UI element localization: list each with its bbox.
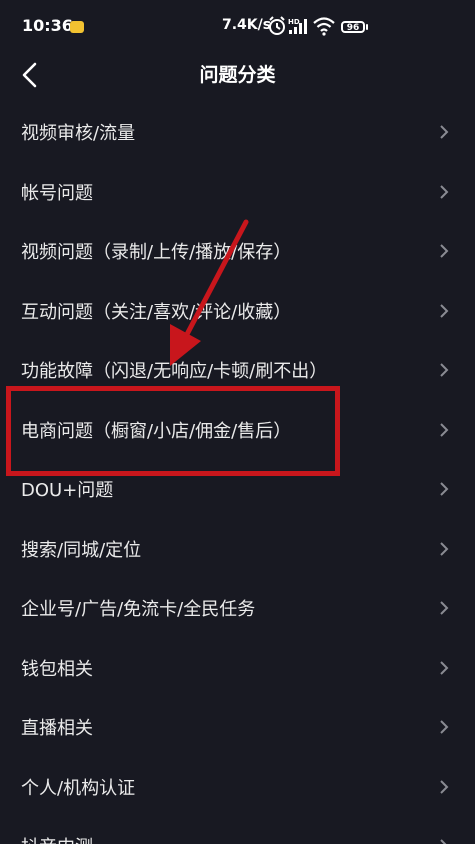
list-item[interactable]: 企业号/广告/免流卡/全民任务	[0, 578, 475, 638]
list-item-label: 视频审核/流量	[21, 123, 136, 144]
status-bar: 10:36 7.4K/s HD 96	[0, 0, 475, 56]
list-item-label: 直播相关	[21, 718, 93, 739]
page-title: 问题分类	[199, 64, 276, 86]
list-item[interactable]: 个人/机构认证	[0, 757, 475, 817]
wifi-icon	[313, 17, 335, 36]
list-item[interactable]: 抖音内测	[0, 816, 475, 844]
chevron-right-icon	[440, 779, 449, 794]
chevron-right-icon	[440, 125, 449, 139]
list-item-label: 功能故障（闪退/无响应/卡顿/刷不出）	[21, 361, 328, 382]
list-item-label: DOU+问题	[21, 480, 114, 501]
list-item[interactable]: 互动问题（关注/喜欢/评论/收藏）	[0, 281, 475, 341]
screen: 10:36 7.4K/s HD 96 问题分类 视频审核/流量 帐号问题 视频问…	[0, 0, 475, 844]
chevron-right-icon	[440, 422, 449, 437]
notification-icon	[70, 21, 84, 33]
battery-level: 96	[346, 23, 360, 33]
hd-signal-icon: HD	[288, 18, 307, 34]
list-item-label: 企业号/广告/免流卡/全民任务	[21, 599, 256, 620]
list-item-label: 抖音内测	[21, 833, 93, 844]
network-speed: 7.4K/s	[222, 17, 272, 33]
chevron-right-icon	[440, 244, 449, 258]
chevron-right-icon	[440, 541, 449, 556]
list-item[interactable]: 直播相关	[0, 697, 475, 757]
chevron-right-icon	[440, 482, 449, 496]
highlight-box	[6, 386, 340, 476]
chevron-right-icon	[440, 303, 449, 318]
chevron-right-icon	[440, 601, 449, 615]
list-item-label: 个人/机构认证	[21, 777, 136, 799]
chevron-right-icon	[440, 363, 449, 377]
list-item[interactable]: 视频审核/流量	[0, 102, 475, 162]
chevron-right-icon	[440, 720, 449, 734]
list-item[interactable]: 搜索/同城/定位	[0, 519, 475, 579]
list-item-label: 视频问题（录制/上传/播放/保存）	[21, 242, 292, 263]
list-item-label: 搜索/同城/定位	[21, 539, 142, 561]
list-item[interactable]: 帐号问题	[0, 162, 475, 222]
list-item-label: 帐号问题	[21, 182, 93, 204]
battery-tip	[366, 24, 368, 30]
alarm-icon	[269, 16, 285, 35]
battery-icon: 96	[341, 21, 365, 33]
list-item[interactable]: 视频问题（录制/上传/播放/保存）	[0, 221, 475, 281]
header: 问题分类	[0, 56, 475, 96]
list-item-label: 钱包相关	[21, 658, 93, 680]
list-item-label: 互动问题（关注/喜欢/评论/收藏）	[21, 301, 292, 323]
status-time: 10:36	[22, 16, 73, 35]
svg-text:HD: HD	[288, 18, 300, 26]
chevron-right-icon	[440, 839, 447, 844]
chevron-right-icon	[440, 184, 449, 199]
list-item[interactable]: 钱包相关	[0, 638, 475, 698]
chevron-right-icon	[440, 660, 449, 675]
